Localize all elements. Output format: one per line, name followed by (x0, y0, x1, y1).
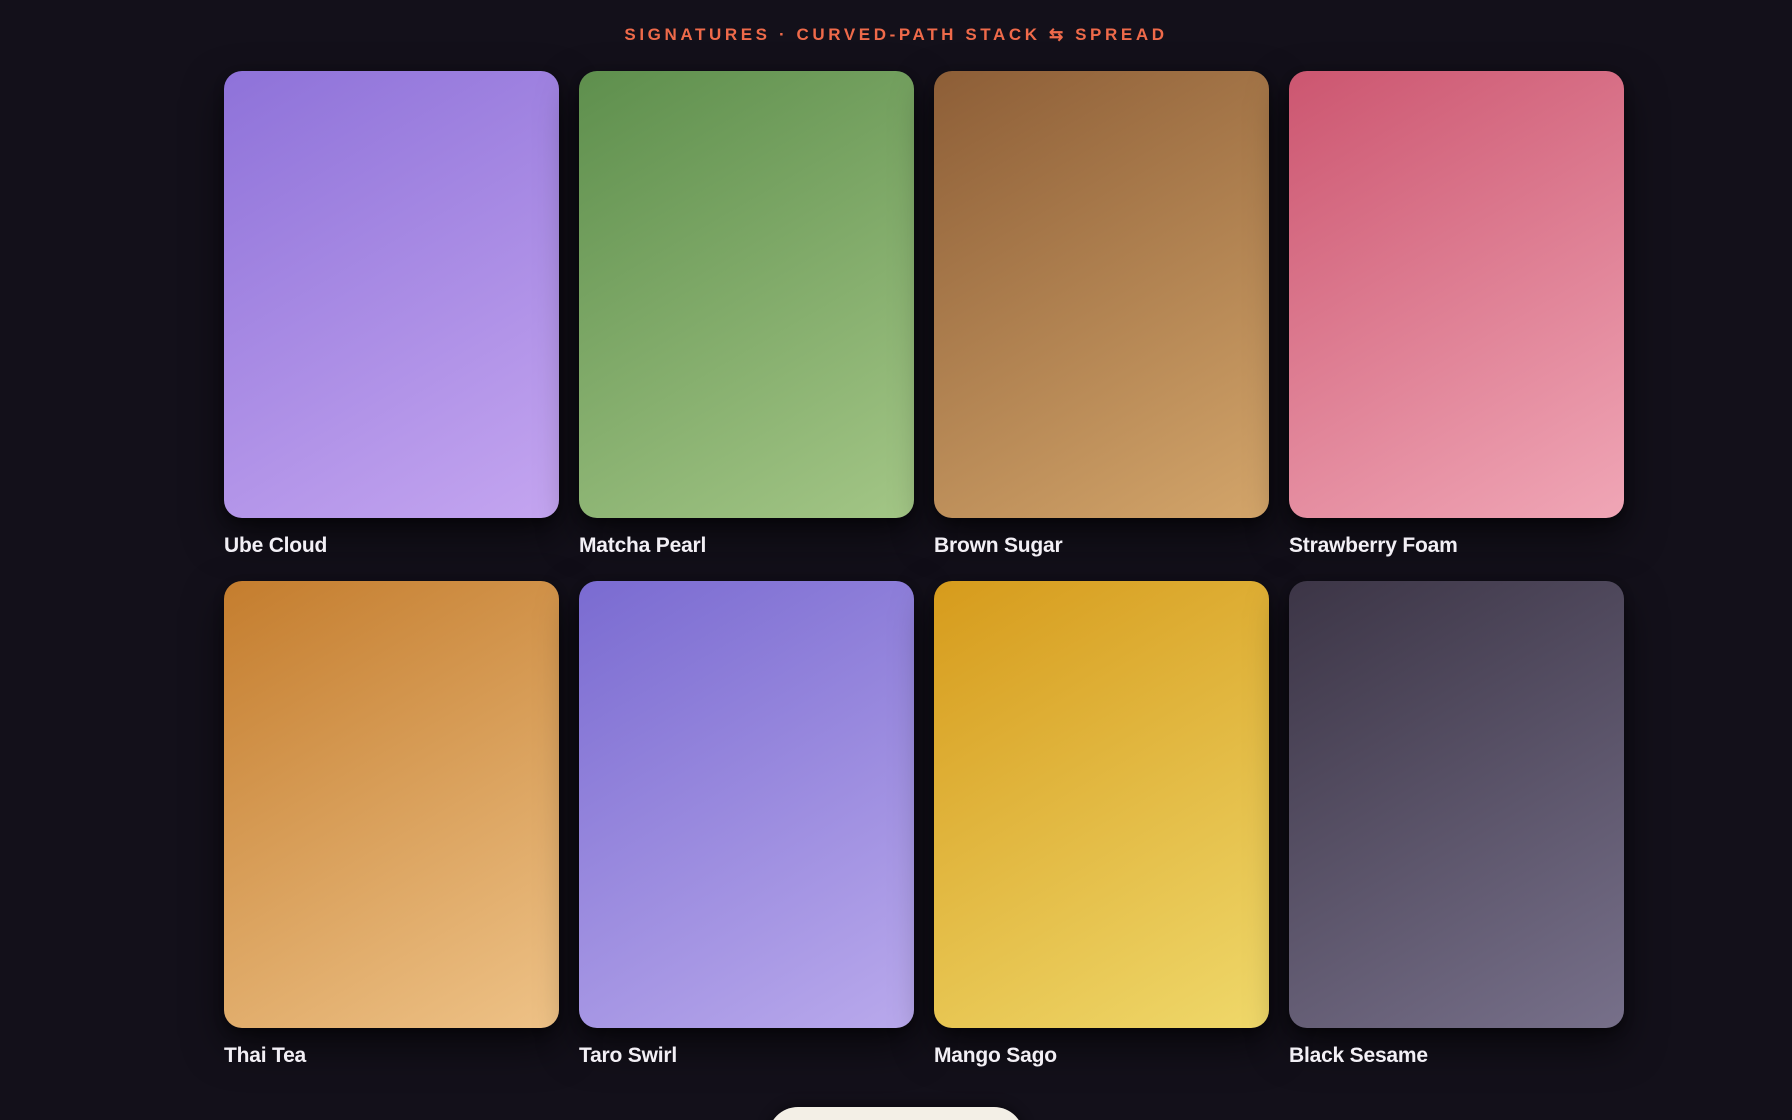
card-black-sesame[interactable]: Black Sesame (1289, 581, 1624, 1091)
card-swatch (1289, 71, 1624, 518)
card-label: Mango Sago (934, 1044, 1057, 1067)
card-swatch (934, 581, 1269, 1028)
card-label: Matcha Pearl (579, 534, 707, 557)
card-swatch (224, 71, 559, 518)
card-strawberry-foam[interactable]: Strawberry Foam (1289, 71, 1624, 581)
card-thai-tea[interactable]: Thai Tea (224, 581, 559, 1091)
toggle-layout-button[interactable] (768, 1107, 1024, 1120)
card-label: Taro Swirl (579, 1044, 677, 1067)
card-matcha-pearl[interactable]: Matcha Pearl (579, 71, 914, 581)
card-label: Strawberry Foam (1289, 534, 1458, 557)
card-label: Black Sesame (1289, 1044, 1428, 1067)
card-label: Thai Tea (224, 1044, 307, 1067)
page: SIGNATURES · CURVED-PATH STACK ⇆ SPREAD … (0, 0, 1792, 1120)
card-label: Brown Sugar (934, 534, 1063, 557)
card-swatch (1289, 581, 1624, 1028)
card-brown-sugar[interactable]: Brown Sugar (934, 71, 1269, 581)
card-taro-swirl[interactable]: Taro Swirl (579, 581, 914, 1091)
card-swatch (224, 581, 559, 1028)
card-swatch (934, 71, 1269, 518)
page-title: SIGNATURES · CURVED-PATH STACK ⇆ SPREAD (624, 25, 1168, 44)
card-swatch (579, 71, 914, 518)
signature-card-grid: Ube Cloud Matcha Pearl Brown Sugar Straw… (224, 71, 1624, 1091)
card-ube-cloud[interactable]: Ube Cloud (224, 71, 559, 581)
card-label: Ube Cloud (224, 534, 328, 557)
card-swatch (579, 581, 914, 1028)
card-mango-sago[interactable]: Mango Sago (934, 581, 1269, 1091)
